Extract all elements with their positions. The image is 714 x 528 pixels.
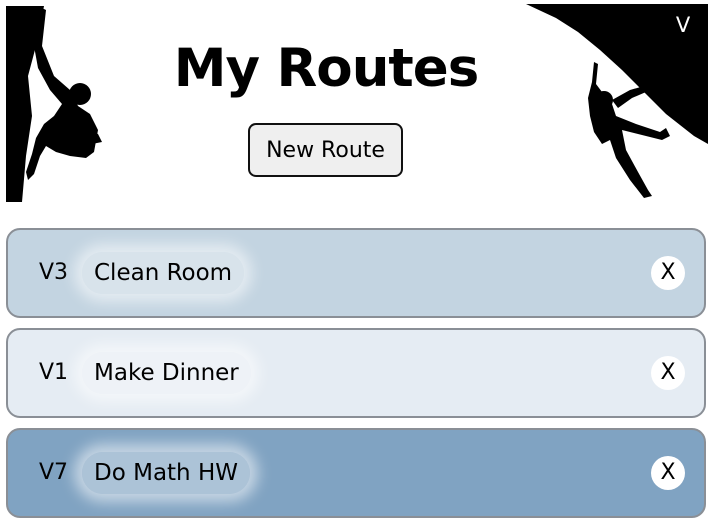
climber-silhouette-icon bbox=[6, 6, 102, 202]
delete-route-button[interactable]: X bbox=[651, 256, 685, 290]
new-route-button[interactable]: New Route bbox=[248, 123, 403, 177]
page-title: My Routes bbox=[173, 38, 480, 99]
route-name: Do Math HW bbox=[82, 452, 250, 494]
route-grade: V1 bbox=[39, 360, 69, 385]
delete-route-button[interactable]: X bbox=[651, 456, 685, 490]
route-card[interactable]: V7 Do Math HW X bbox=[6, 428, 706, 518]
route-card[interactable]: V1 Make Dinner X bbox=[6, 328, 706, 418]
header: My Routes New Route V bbox=[0, 0, 714, 210]
route-card[interactable]: V3 Clean Room X bbox=[6, 228, 706, 318]
route-list: V3 Clean Room X V1 Make Dinner X V7 Do M… bbox=[6, 228, 706, 528]
route-name: Clean Room bbox=[82, 252, 245, 294]
route-grade: V3 bbox=[39, 260, 69, 285]
route-grade: V7 bbox=[39, 460, 69, 485]
delete-route-button[interactable]: X bbox=[651, 356, 685, 390]
route-name: Make Dinner bbox=[82, 352, 251, 394]
corner-label: V bbox=[675, 13, 691, 37]
